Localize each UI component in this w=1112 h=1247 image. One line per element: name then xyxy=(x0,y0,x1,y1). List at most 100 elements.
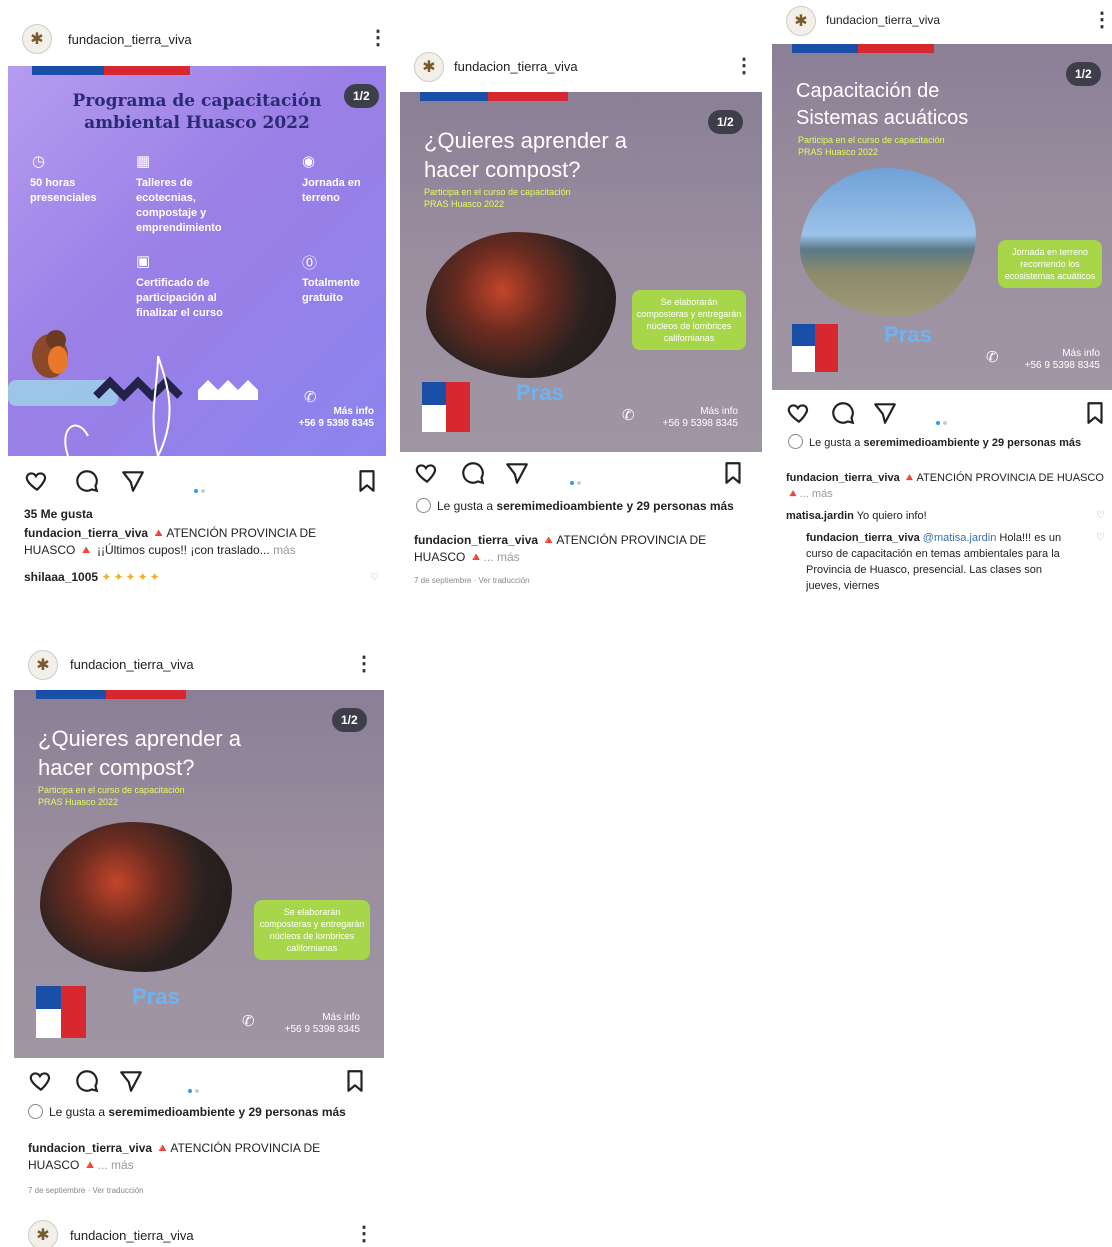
more-options-icon[interactable]: ⋮ xyxy=(368,28,388,48)
like-heart-icon[interactable] xyxy=(28,1068,54,1094)
share-send-icon[interactable] xyxy=(504,460,530,486)
save-bookmark-icon[interactable] xyxy=(1082,400,1108,426)
post-header: ✱ fundacion_tierra_viva ⋮ xyxy=(14,648,384,688)
carousel-counter-badge: 1/2 xyxy=(1066,62,1101,86)
caption-username[interactable]: fundacion_tierra_viva xyxy=(28,1141,152,1155)
phone-icon: ✆ xyxy=(986,349,999,366)
likes-row[interactable]: Le gusta a seremimedioambiente y 29 pers… xyxy=(416,498,756,514)
comment-username[interactable]: matisa.jardin xyxy=(786,510,854,522)
like-heart-icon[interactable] xyxy=(786,400,812,426)
flag-stripe xyxy=(106,690,186,699)
comment-icon[interactable] xyxy=(74,1068,100,1094)
fire-emoji: 🔺 xyxy=(902,472,917,484)
feature-text: Totalmente gratuito xyxy=(302,277,360,304)
fire-emoji: 🔺 xyxy=(82,1158,98,1172)
like-heart-icon[interactable] xyxy=(414,460,440,486)
avatar[interactable]: ✱ xyxy=(28,650,58,680)
contact-phone: +56 9 5398 8345 xyxy=(298,418,374,429)
save-bookmark-icon[interactable] xyxy=(342,1068,368,1094)
comment-like-icon[interactable]: ♡ xyxy=(1096,510,1105,521)
more-options-icon[interactable]: ⋮ xyxy=(354,1224,374,1244)
share-send-icon[interactable] xyxy=(120,468,146,494)
like-heart-icon[interactable] xyxy=(24,468,50,494)
reply-username[interactable]: fundacion_tierra_viva xyxy=(806,532,920,544)
dollar-icon: ⓪ xyxy=(302,255,318,272)
fire-emoji: 🔺 xyxy=(151,526,167,540)
avatar[interactable]: ✱ xyxy=(414,52,444,82)
post-image[interactable]: 1/2 Programa de capacitación ambiental H… xyxy=(8,66,386,456)
likes-count[interactable]: 35 Me gusta xyxy=(24,506,93,523)
post-image-title: Capacitación de Sistemas acuáticos xyxy=(796,78,968,132)
location-icon: ◉ xyxy=(302,153,316,170)
caption-username[interactable]: fundacion_tierra_viva xyxy=(414,533,538,547)
more-options-icon[interactable]: ⋮ xyxy=(734,56,754,76)
share-send-icon[interactable] xyxy=(118,1068,144,1094)
post-card: ✱ fundacion_tierra_viva ⋮ xyxy=(14,1220,384,1247)
carousel-dots xyxy=(570,472,586,485)
caption-username[interactable]: fundacion_tierra_viva xyxy=(24,526,148,540)
reply-mention[interactable]: @matisa.jardin xyxy=(923,532,997,544)
post-date[interactable]: 7 de septiembre · Ver traducción xyxy=(414,576,530,585)
post-username[interactable]: fundacion_tierra_viva xyxy=(70,1228,194,1243)
carousel-dots xyxy=(936,412,952,425)
title-line: ambiental Huasco 2022 xyxy=(84,113,310,133)
post-card: ✱ fundacion_tierra_viva ⋮ 1/2 ¿Quieres a… xyxy=(400,48,762,593)
pras-logo: Pras xyxy=(132,984,180,1009)
coastal-landscape-photo xyxy=(800,168,976,316)
post-username[interactable]: fundacion_tierra_viva xyxy=(826,13,940,27)
likes-suffix: y 29 personas más xyxy=(979,437,1082,449)
chile-gov-logo xyxy=(36,986,86,1038)
more-link[interactable]: ... más xyxy=(98,1158,134,1172)
contact-label: Más info xyxy=(700,406,738,417)
likes-prefix: Le gusta a xyxy=(49,1105,109,1119)
post-image[interactable]: 1/2 ¿Quieres aprender a hacer compost? P… xyxy=(400,92,762,452)
comment-like-icon[interactable]: ♡ xyxy=(1096,532,1105,543)
likes-username[interactable]: seremimedioambiente xyxy=(496,499,623,513)
compost-photo xyxy=(40,822,232,972)
post-date[interactable]: 7 de septiembre · Ver traducción xyxy=(28,1186,144,1195)
post-image[interactable]: 1/2 ¿Quieres aprender a hacer compost? P… xyxy=(14,690,384,1058)
post-image[interactable]: 1/2 Capacitación de Sistemas acuáticos P… xyxy=(772,44,1112,390)
title-line: Capacitación de xyxy=(796,80,940,102)
post-username[interactable]: fundacion_tierra_viva xyxy=(454,59,578,74)
comment-icon[interactable] xyxy=(830,400,856,426)
avatar[interactable]: ✱ xyxy=(786,6,816,36)
post-header: ✱ fundacion_tierra_viva ⋮ xyxy=(400,48,762,88)
more-link[interactable]: más xyxy=(273,543,296,557)
avatar[interactable]: ✱ xyxy=(22,24,52,54)
flag-stripe xyxy=(36,690,106,699)
contact-info: Más info +56 9 5398 8345 xyxy=(638,406,738,430)
post-actions xyxy=(8,468,386,498)
caption-username[interactable]: fundacion_tierra_viva xyxy=(786,472,900,484)
avatar[interactable]: ✱ xyxy=(28,1220,58,1247)
comment-icon[interactable] xyxy=(74,468,100,494)
post-actions xyxy=(14,1068,384,1098)
post-username[interactable]: fundacion_tierra_viva xyxy=(68,32,192,47)
feature-text: Talleres de ecotecnias, compostaje y emp… xyxy=(136,177,222,234)
likes-row[interactable]: Le gusta a seremimedioambiente y 29 pers… xyxy=(28,1104,378,1120)
fire-emoji: 🔺 xyxy=(78,543,94,557)
save-bookmark-icon[interactable] xyxy=(720,460,746,486)
more-link[interactable]: ... más xyxy=(484,550,520,564)
caption-text: ATENCIÓN PROVINCIA DE HUASCO xyxy=(916,472,1104,484)
more-options-icon[interactable]: ⋮ xyxy=(354,654,374,674)
bird-plant-illustration xyxy=(8,330,258,456)
phone-icon: ✆ xyxy=(242,1013,255,1030)
likes-row[interactable]: Le gusta a seremimedioambiente y 29 pers… xyxy=(788,434,1110,451)
more-options-icon[interactable]: ⋮ xyxy=(1092,10,1112,30)
likes-username[interactable]: seremimedioambiente xyxy=(108,1105,235,1119)
contact-info: Más info +56 9 5398 8345 xyxy=(258,406,374,430)
save-bookmark-icon[interactable] xyxy=(354,468,380,494)
contact-phone: +56 9 5398 8345 xyxy=(1024,360,1100,371)
post-username[interactable]: fundacion_tierra_viva xyxy=(70,657,194,672)
more-link[interactable]: ... más xyxy=(800,488,833,500)
flag-stripe xyxy=(420,92,488,101)
likes-username[interactable]: seremimedioambiente xyxy=(863,437,979,449)
comment-like-icon[interactable]: ♡ xyxy=(370,572,379,583)
fire-emoji: 🔺 xyxy=(786,488,800,500)
post-header: ✱ fundacion_tierra_viva ⋮ xyxy=(8,18,388,58)
comment-icon[interactable] xyxy=(460,460,486,486)
share-send-icon[interactable] xyxy=(872,400,898,426)
phone-icon: ✆ xyxy=(304,389,317,406)
comment-username[interactable]: shilaaa_1005 xyxy=(24,570,98,584)
